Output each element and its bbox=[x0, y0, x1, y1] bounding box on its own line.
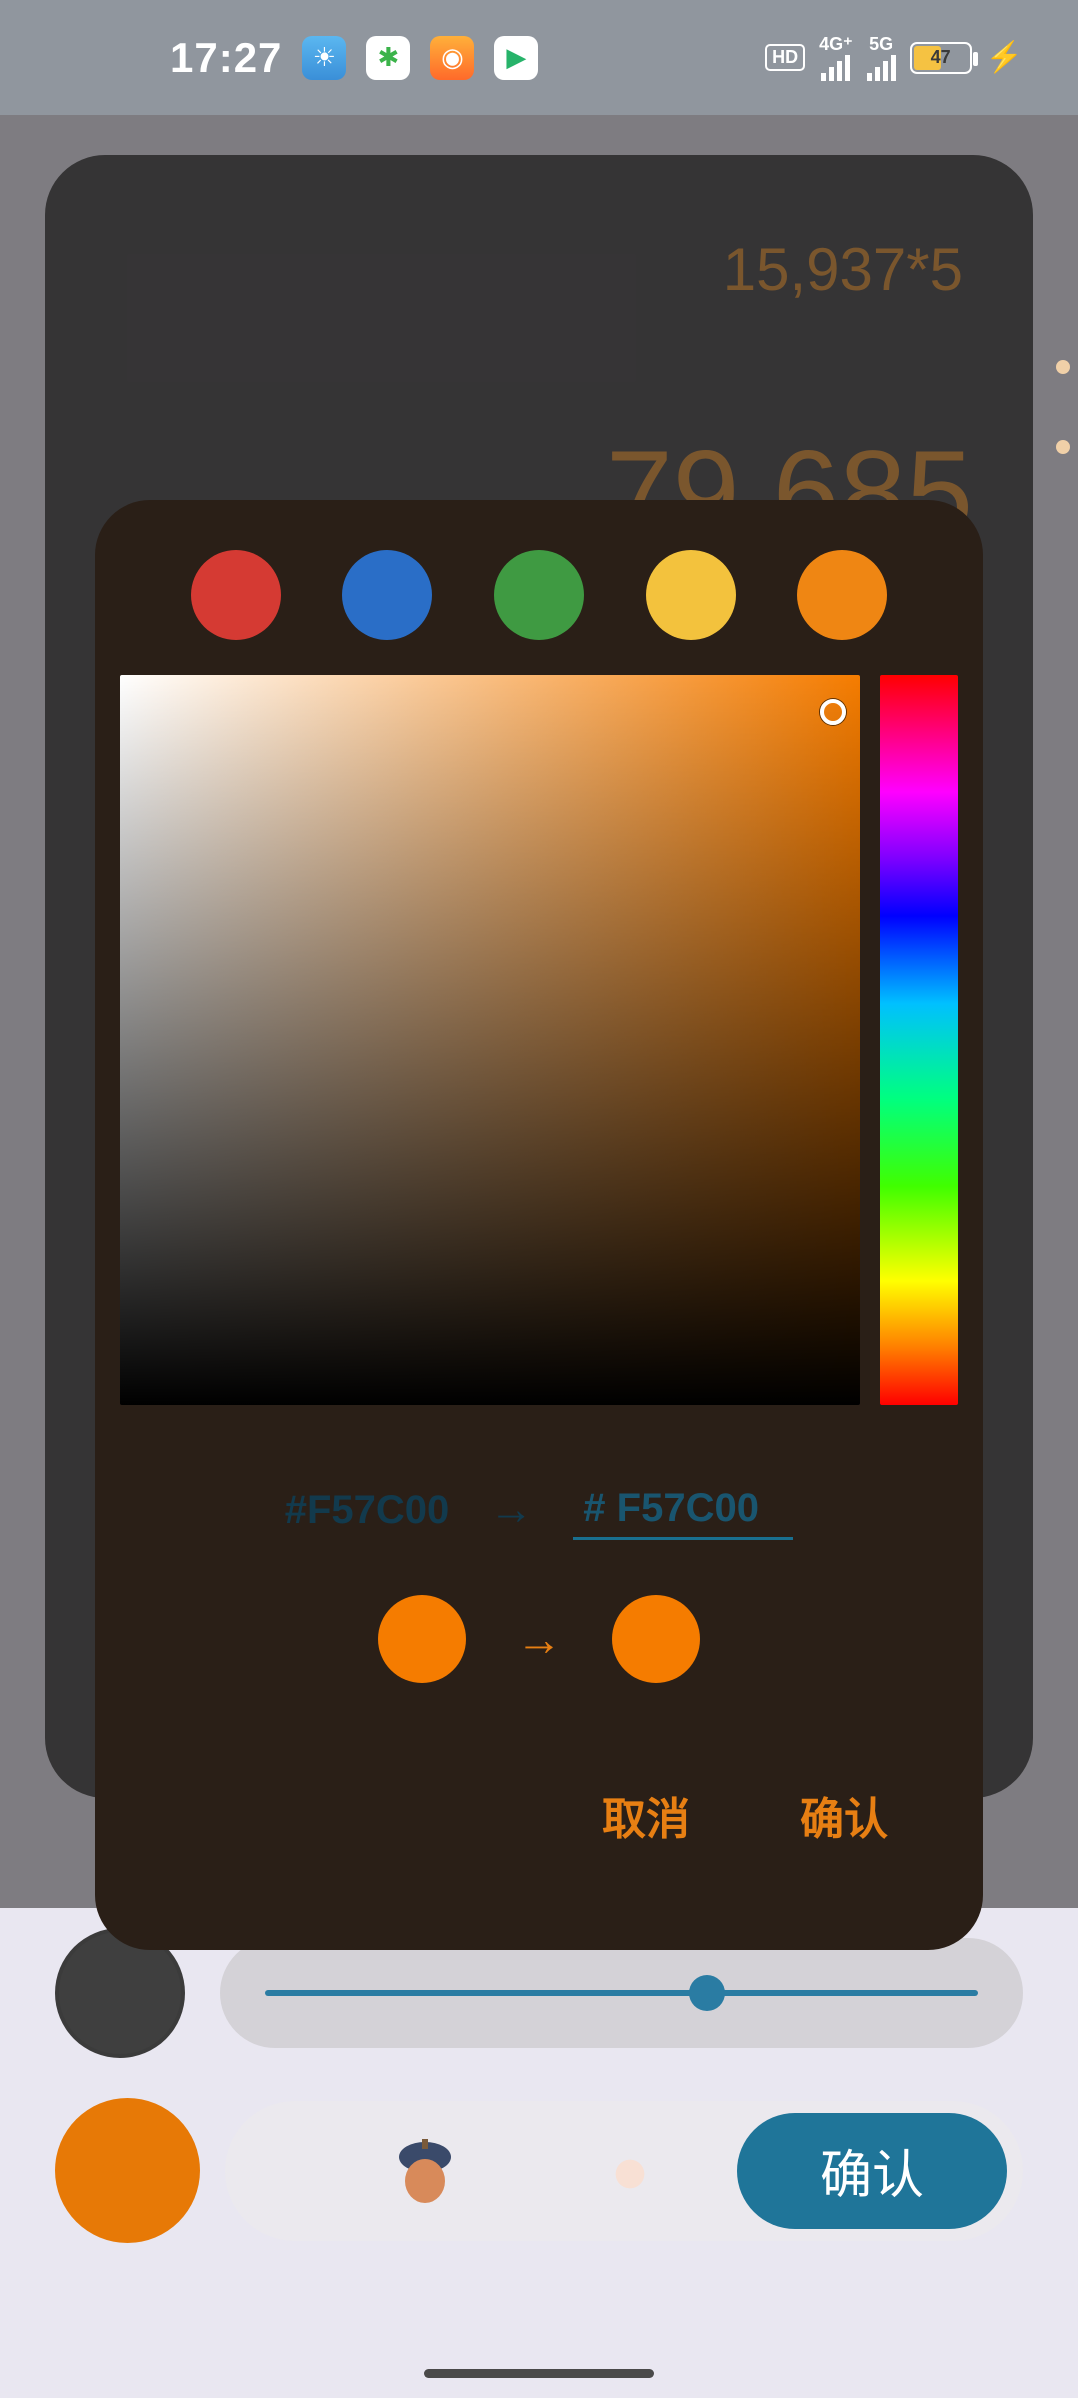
hd-badge: HD bbox=[765, 44, 805, 71]
status-bar: 17:27 ☀ ✱ ◉ ▶ HD 4G⁺ 5G 47 ⚡ bbox=[0, 0, 1078, 115]
preset-red[interactable] bbox=[191, 550, 281, 640]
confirm-bar: 确认 bbox=[225, 2101, 1023, 2241]
flower-icon bbox=[605, 2149, 655, 2199]
video-app-icon: ▶ bbox=[494, 36, 538, 80]
hue-slider[interactable] bbox=[880, 675, 958, 1405]
sv-thumb[interactable] bbox=[820, 699, 846, 725]
arrow-right-icon: → bbox=[516, 1612, 562, 1666]
wechat-icon: ✱ bbox=[366, 36, 410, 80]
new-color-swatch bbox=[612, 1595, 700, 1683]
main-confirm-button[interactable]: 确认 bbox=[737, 2113, 1007, 2229]
slider-thumb[interactable] bbox=[689, 1975, 725, 2011]
deco-dot bbox=[1056, 360, 1070, 374]
preset-orange[interactable] bbox=[797, 550, 887, 640]
charging-icon: ⚡ bbox=[986, 40, 1023, 75]
signal-4g-icon: 4G⁺ bbox=[819, 34, 853, 81]
current-color-swatch bbox=[378, 1595, 466, 1683]
weibo-icon: ◉ bbox=[430, 36, 474, 80]
bottom-controls: 确认 bbox=[0, 1908, 1078, 2398]
preset-color-row bbox=[120, 550, 958, 675]
deco-dot bbox=[1056, 440, 1070, 454]
preset-blue[interactable] bbox=[342, 550, 432, 640]
status-time: 17:27 bbox=[170, 34, 282, 82]
confirm-button[interactable]: 确认 bbox=[800, 1783, 888, 1847]
cancel-button[interactable]: 取消 bbox=[602, 1783, 690, 1847]
arrow-right-icon: → bbox=[489, 1485, 533, 1535]
color-picker-dialog: #F57C00 → # F57C00 → 取消 确认 bbox=[95, 500, 983, 1950]
preset-yellow[interactable] bbox=[646, 550, 736, 640]
acorn-icon bbox=[395, 2139, 455, 2204]
home-indicator[interactable] bbox=[424, 2369, 654, 2378]
current-color-button[interactable] bbox=[55, 2098, 200, 2243]
hex-input[interactable]: # F57C00 bbox=[573, 1480, 793, 1540]
current-hex-label: #F57C00 bbox=[285, 1488, 450, 1533]
saturation-value-panel[interactable] bbox=[120, 675, 860, 1405]
thickness-slider[interactable] bbox=[220, 1938, 1023, 2048]
weather-icon: ☀ bbox=[302, 36, 346, 80]
signal-5g-icon: 5G bbox=[867, 34, 896, 81]
preset-green[interactable] bbox=[494, 550, 584, 640]
battery-icon: 47 bbox=[910, 42, 972, 74]
